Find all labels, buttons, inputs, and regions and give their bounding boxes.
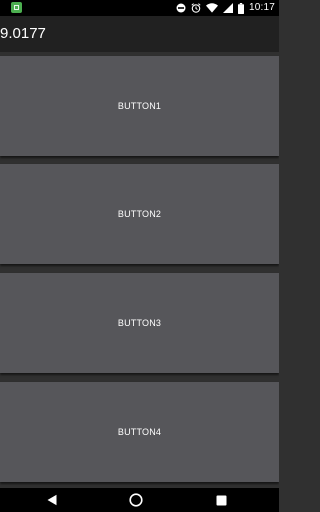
recents-icon [216, 495, 226, 505]
back-icon [47, 494, 57, 506]
status-icons: 10:17 [176, 0, 275, 16]
button-1-label: BUTTON1 [117, 101, 162, 111]
status-time: 10:17 [248, 2, 275, 13]
button-2[interactable]: BUTTON2 [0, 164, 279, 264]
button-4-label: BUTTON4 [117, 427, 162, 437]
app-toolbar: 9.0177 [0, 16, 279, 52]
button-3-label: BUTTON3 [117, 318, 162, 328]
battery-icon [237, 2, 244, 14]
wifi-icon [205, 3, 218, 13]
button-3[interactable]: BUTTON3 [0, 273, 279, 373]
status-bar: 10:17 [0, 0, 279, 16]
do-not-disturb-icon [176, 3, 186, 13]
signal-icon [222, 3, 233, 13]
home-icon [129, 493, 143, 507]
main-content: BUTTON1 BUTTON2 BUTTON3 BUTTON4 [0, 52, 279, 488]
back-button[interactable] [37, 488, 67, 512]
alarm-icon [191, 3, 201, 13]
navigation-bar [0, 488, 279, 512]
button-2-label: BUTTON2 [117, 209, 162, 219]
home-button[interactable] [121, 488, 151, 512]
button-1[interactable]: BUTTON1 [0, 56, 279, 156]
toolbar-title: 9.0177 [0, 25, 46, 42]
button-4[interactable]: BUTTON4 [0, 382, 279, 482]
recents-button[interactable] [206, 488, 236, 512]
notification-app-icon [11, 2, 22, 13]
